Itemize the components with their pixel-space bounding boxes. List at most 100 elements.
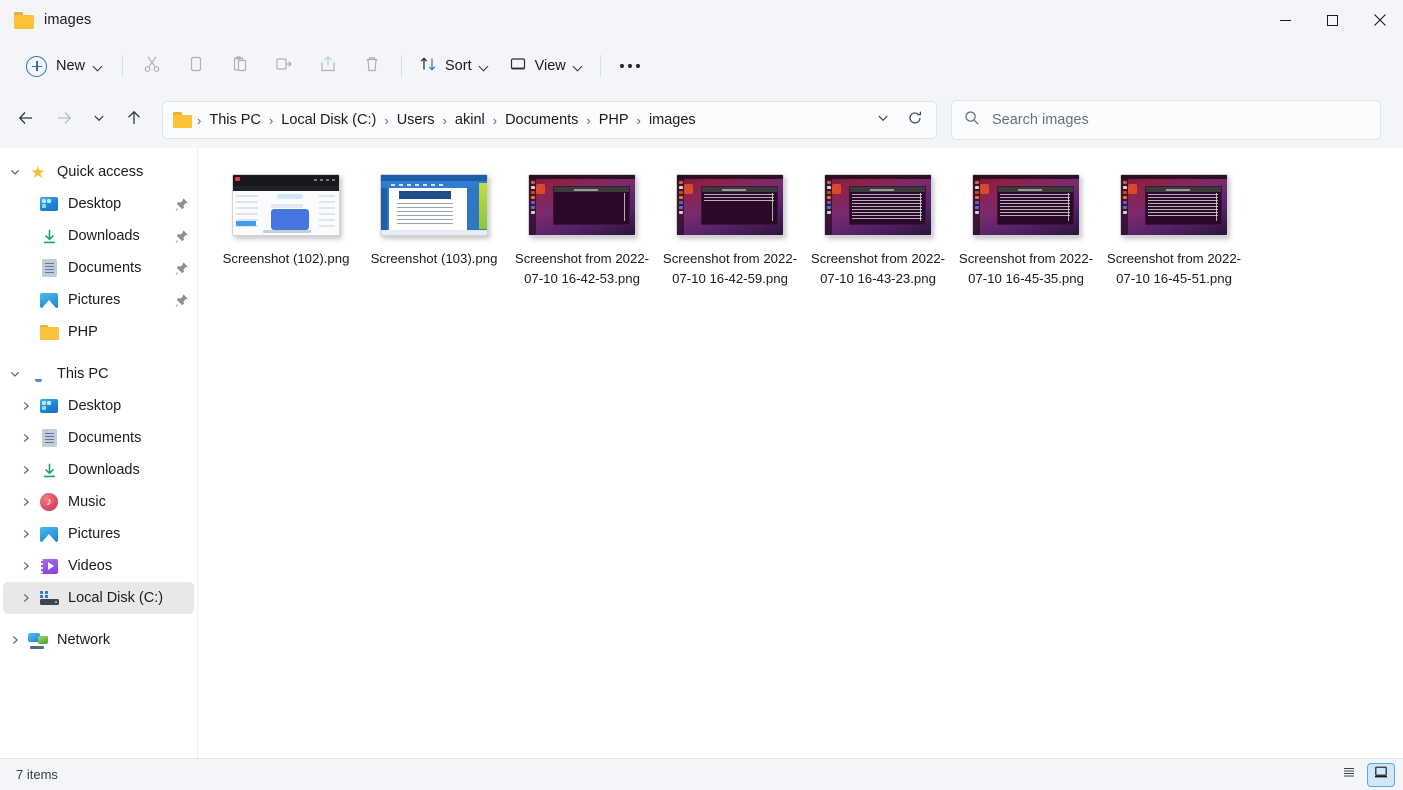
- chevron-right-icon[interactable]: [14, 464, 38, 476]
- thumbnail-wrapper: [675, 170, 785, 240]
- sidebar-item-network[interactable]: Network: [3, 624, 194, 656]
- sidebar-item-pictures[interactable]: Pictures: [3, 284, 194, 316]
- file-item[interactable]: Screenshot from 2022-07-10 16-45-35.png: [952, 162, 1100, 299]
- recent-locations-button[interactable]: [84, 102, 114, 138]
- item-count: 7 items: [16, 767, 58, 782]
- file-item[interactable]: Screenshot from 2022-07-10 16-43-23.png: [804, 162, 952, 299]
- rename-button[interactable]: [262, 48, 306, 84]
- share-button[interactable]: [306, 48, 350, 84]
- copy-button[interactable]: [174, 48, 218, 84]
- sidebar-label: Quick access: [57, 164, 144, 180]
- thumbnail-wrapper: [823, 170, 933, 240]
- explorer-body: ★ Quick access Desktop Downloads Documen…: [0, 148, 1403, 758]
- sort-button[interactable]: Sort: [409, 48, 499, 84]
- chevron-right-icon[interactable]: [14, 432, 38, 444]
- previous-locations-button[interactable]: [868, 105, 898, 135]
- breadcrumb-item-local-disk[interactable]: Local Disk (C:): [274, 108, 383, 132]
- toolbar-divider-3: [599, 55, 601, 77]
- folder-icon: [38, 324, 60, 340]
- sidebar-group-quick-access[interactable]: ★ Quick access: [3, 156, 194, 188]
- chevron-right-icon[interactable]: [14, 528, 38, 540]
- breadcrumb-item-images[interactable]: images: [642, 108, 703, 132]
- chevron-down-icon: [574, 62, 583, 71]
- breadcrumb-item-users[interactable]: Users: [390, 108, 442, 132]
- maximize-button[interactable]: [1309, 0, 1356, 40]
- details-view-icon: [1341, 764, 1357, 785]
- star-icon: ★: [30, 162, 46, 182]
- sidebar-item-thispc-pictures[interactable]: Pictures: [3, 518, 194, 550]
- search-input[interactable]: Search images: [992, 112, 1089, 128]
- thumbnail-wrapper: [971, 170, 1081, 240]
- sidebar-item-desktop[interactable]: Desktop: [3, 188, 194, 220]
- see-more-button[interactable]: [608, 48, 652, 84]
- share-icon: [318, 54, 338, 79]
- breadcrumb-item-php[interactable]: PHP: [592, 108, 636, 132]
- sort-icon: [419, 55, 437, 77]
- sidebar-item-thispc-documents[interactable]: Documents: [3, 422, 194, 454]
- large-icons-view-button[interactable]: [1367, 762, 1395, 787]
- forward-button[interactable]: [46, 102, 82, 138]
- cut-icon: [142, 54, 162, 79]
- chevron-right-icon[interactable]: [14, 592, 38, 604]
- sidebar-label: Network: [57, 632, 111, 648]
- rename-icon: [274, 54, 294, 79]
- sidebar-item-thispc-desktop[interactable]: Desktop: [3, 390, 194, 422]
- breadcrumb-item-this-pc[interactable]: This PC: [202, 108, 268, 132]
- sidebar-item-documents[interactable]: Documents: [3, 252, 194, 284]
- sidebar-item-thispc-music[interactable]: ♪ Music: [3, 486, 194, 518]
- plus-icon: [26, 55, 47, 77]
- file-item[interactable]: Screenshot from 2022-07-10 16-42-59.png: [656, 162, 804, 299]
- sidebar-item-thispc-videos[interactable]: Videos: [3, 550, 194, 582]
- pictures-icon: [38, 526, 60, 542]
- minimize-button[interactable]: [1262, 0, 1309, 40]
- window-title: images: [44, 12, 92, 28]
- chevron-right-icon[interactable]: [3, 634, 27, 646]
- file-item[interactable]: Screenshot (102).png: [212, 162, 360, 299]
- delete-icon: [362, 54, 382, 79]
- file-grid: Screenshot (102).png Screenshot (103).pn…: [212, 162, 1393, 299]
- new-button[interactable]: New: [18, 48, 115, 84]
- details-view-button[interactable]: [1335, 763, 1363, 787]
- view-button[interactable]: View: [499, 48, 593, 84]
- breadcrumb-item-akinl[interactable]: akinl: [448, 108, 492, 132]
- chevron-down-icon: [876, 111, 890, 130]
- chevron-right-icon[interactable]: [14, 560, 38, 572]
- search-box[interactable]: Search images: [951, 100, 1381, 140]
- file-thumbnail: [232, 174, 340, 236]
- refresh-icon: [907, 110, 923, 131]
- back-button[interactable]: [8, 102, 44, 138]
- videos-icon: [38, 558, 60, 574]
- up-arrow-icon: [125, 109, 143, 132]
- chevron-down-icon[interactable]: [3, 166, 27, 178]
- chevron-right-icon[interactable]: [14, 400, 38, 412]
- cut-button[interactable]: [130, 48, 174, 84]
- sidebar-group-this-pc[interactable]: This PC: [3, 358, 194, 390]
- sidebar-item-thispc-downloads[interactable]: Downloads: [3, 454, 194, 486]
- file-item[interactable]: Screenshot from 2022-07-10 16-42-53.png: [508, 162, 656, 299]
- file-list-view[interactable]: Screenshot (102).png Screenshot (103).pn…: [198, 148, 1403, 758]
- breadcrumb-separator: ›: [442, 112, 447, 128]
- file-item[interactable]: Screenshot (103).png: [360, 162, 508, 299]
- sidebar-item-local-disk-c[interactable]: Local Disk (C:): [3, 582, 194, 614]
- chevron-right-icon[interactable]: [14, 496, 38, 508]
- sidebar-item-php[interactable]: PHP: [3, 316, 194, 348]
- file-item[interactable]: Screenshot from 2022-07-10 16-45-51.png: [1100, 162, 1248, 299]
- music-icon: ♪: [38, 493, 60, 511]
- new-button-label: New: [56, 58, 86, 74]
- chevron-down-icon: [94, 62, 103, 71]
- sidebar-item-downloads[interactable]: Downloads: [3, 220, 194, 252]
- chevron-down-icon[interactable]: [3, 368, 27, 380]
- pin-icon: [175, 261, 188, 275]
- address-bar[interactable]: › This PC › Local Disk (C:) › Users › ak…: [162, 101, 937, 139]
- breadcrumb-item-documents[interactable]: Documents: [498, 108, 585, 132]
- refresh-button[interactable]: [900, 105, 930, 135]
- thumbnail-wrapper: [379, 170, 489, 240]
- sidebar-label: Documents: [68, 430, 142, 446]
- file-thumbnail: [824, 174, 932, 236]
- pin-icon: [175, 197, 188, 211]
- up-button[interactable]: [116, 102, 152, 138]
- address-bar-actions: [868, 105, 930, 135]
- close-button[interactable]: [1356, 0, 1403, 40]
- paste-button[interactable]: [218, 48, 262, 84]
- delete-button[interactable]: [350, 48, 394, 84]
